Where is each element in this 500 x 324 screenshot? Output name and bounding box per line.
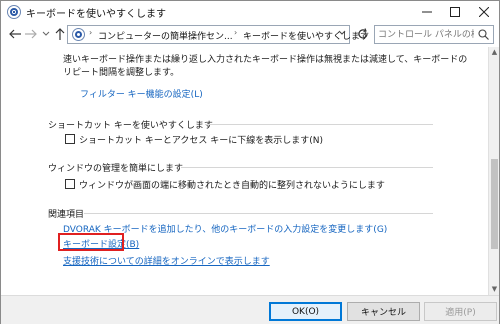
underline-shortcuts-label[interactable]: ショートカット キーとアクセス キーに下線を表示します(N) — [79, 133, 323, 146]
minimize-button[interactable] — [413, 1, 441, 23]
maximize-icon — [450, 7, 460, 17]
window-title: キーボードを使いやすくします — [26, 9, 166, 20]
prevent-snap-option[interactable]: ウィンドウが画面の端に移動されたとき自動的に整列されないようにします — [65, 178, 385, 191]
window-management-section-title: ウィンドウの管理を簡単にします — [48, 164, 184, 174]
forward-arrow-icon[interactable] — [23, 26, 39, 42]
breadcrumb-separator-icon: › — [89, 28, 93, 37]
section-divider — [84, 213, 433, 214]
title-bar: キーボードを使いやすくします — [1, 1, 499, 23]
scrollbar-thumb[interactable] — [491, 159, 498, 249]
dialog-footer: OK(O) キャンセル 適用(P) — [1, 295, 499, 324]
scroll-down-arrow-icon[interactable]: ▼ — [489, 284, 500, 295]
ok-button[interactable]: OK(O) — [269, 302, 342, 321]
search-icon[interactable] — [478, 29, 489, 40]
related-section-title: 関連項目 — [48, 210, 85, 220]
minimize-icon — [422, 11, 432, 13]
ease-of-access-icon — [7, 5, 21, 19]
prevent-snap-checkbox[interactable] — [65, 179, 75, 189]
prevent-snap-label[interactable]: ウィンドウが画面の端に移動されたとき自動的に整列されないようにします — [79, 178, 385, 191]
back-arrow-icon[interactable] — [7, 26, 23, 42]
section-divider — [205, 124, 433, 125]
scroll-up-arrow-icon[interactable]: ▲ — [489, 47, 500, 58]
content-pane: 速いキーボード操作または繰り返し入力されたキーボード操作は無視または減速して、キ… — [1, 47, 488, 295]
search-input[interactable] — [378, 27, 474, 42]
underline-shortcuts-option[interactable]: ショートカット キーとアクセス キーに下線を表示します(N) — [65, 133, 323, 146]
close-icon — [479, 7, 489, 17]
intro-description: 速いキーボード操作または繰り返し入力されたキーボード操作は無視または減速して、キ… — [63, 55, 468, 78]
refresh-icon[interactable] — [355, 26, 371, 42]
dialog-window: キーボードを使いやすくします › コンピューターの簡単操作セン... › キーボ… — [0, 0, 500, 324]
up-arrow-icon[interactable] — [52, 26, 68, 42]
filter-keys-settings-link[interactable]: フィルター キー機能の設定(L) — [80, 87, 203, 100]
maximize-button[interactable] — [441, 1, 469, 23]
breadcrumb-keyboard[interactable]: キーボードを使いやすくします — [243, 29, 369, 42]
navigation-bar: › コンピューターの簡単操作セン... › キーボードを使いやすくします — [1, 23, 499, 47]
cancel-button[interactable]: キャンセル — [347, 302, 420, 321]
breadcrumb-separator-icon: › — [234, 28, 238, 37]
address-bar[interactable]: › コンピューターの簡単操作セン... › キーボードを使いやすくします — [67, 25, 369, 44]
address-dropdown-icon[interactable] — [338, 29, 346, 38]
underline-shortcuts-checkbox[interactable] — [65, 134, 75, 144]
close-button[interactable] — [469, 1, 499, 23]
vertical-scrollbar[interactable]: ▲ ▼ — [488, 47, 499, 295]
apply-button[interactable]: 適用(P) — [424, 302, 497, 321]
search-box[interactable] — [374, 25, 494, 44]
shortcut-section-title: ショートカット キーを使いやすくします — [48, 121, 213, 131]
highlight-annotation — [58, 233, 124, 251]
ease-of-access-icon — [72, 28, 85, 41]
assistive-tech-online-link[interactable]: 支援技術についての詳細をオンラインで表示します — [63, 254, 270, 267]
breadcrumb-ease-of-access[interactable]: コンピューターの簡単操作セン... — [98, 29, 233, 42]
section-divider — [181, 167, 433, 168]
